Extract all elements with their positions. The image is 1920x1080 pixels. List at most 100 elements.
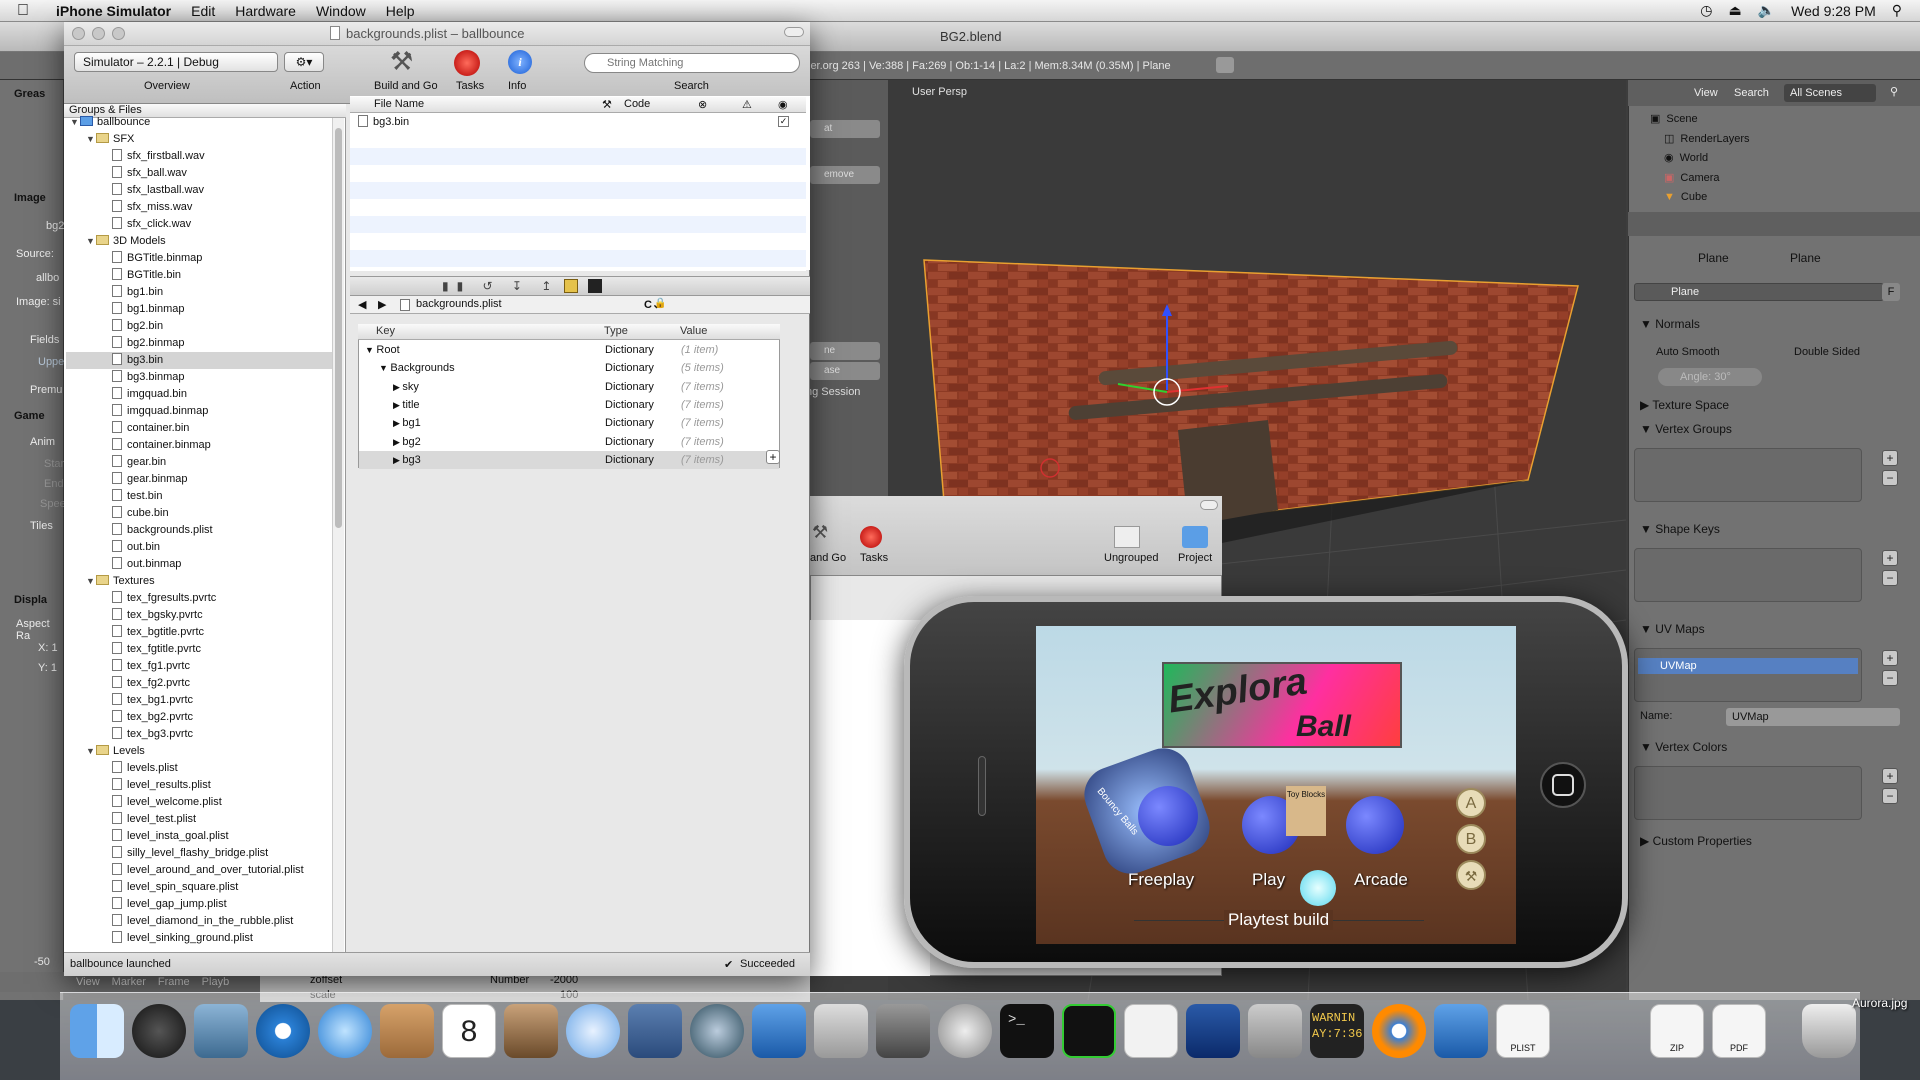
tree-item[interactable]: tex_fgtitle.pvrtc [66,641,332,658]
plist-type[interactable]: Dictionary [605,414,654,432]
arcade-ball[interactable] [1346,796,1404,854]
add-uv-map-button[interactable]: + [1882,650,1898,666]
tree-item[interactable]: bg3.bin [66,352,332,369]
build-go-button[interactable]: Build and Go [374,80,438,92]
tree-item[interactable]: ▼ Levels [66,743,332,760]
remove-shape-key-button[interactable]: − [1882,570,1898,586]
double-sided-checkbox[interactable]: Double Sided [1794,346,1860,358]
mid-button-4[interactable]: ase [810,362,880,380]
plist-type[interactable]: Dictionary [605,451,654,469]
timeline-marker-menu[interactable]: Marker [112,976,146,988]
remove-uv-map-button[interactable]: − [1882,670,1898,686]
menu-hardware[interactable]: Hardware [225,3,306,19]
lock-icon[interactable]: 🔒 [654,298,666,309]
tree-item[interactable]: level_insta_goal.plist [66,828,332,845]
play-label[interactable]: Play [1252,870,1285,890]
breadcrumb-mesh[interactable]: Plane [1790,251,1821,265]
wrench-icon[interactable]: ⚒ [1456,860,1486,890]
plist-row[interactable]: ▶ sky Dictionary (7 items) [359,378,779,396]
build-status[interactable]: Succeeded [740,958,795,970]
file-name-column[interactable]: File Name [374,98,424,110]
finder-icon[interactable] [70,1004,124,1058]
disclosure-triangle-icon[interactable]: ▼ [86,233,96,250]
tree-item[interactable]: tex_bg1.pvrtc [66,692,332,709]
custom-props-header[interactable]: ▶ Custom Properties [1640,834,1752,848]
ichat-icon[interactable] [318,1004,372,1058]
tree-item[interactable]: BGTitle.binmap [66,250,332,267]
uv-maps-list[interactable] [1634,648,1862,702]
plist-value[interactable]: (7 items) [681,433,724,451]
trash-icon[interactable] [1802,1004,1856,1058]
disclosure-triangle-icon[interactable]: ▶ [393,418,402,428]
tree-item[interactable]: backgrounds.plist [66,522,332,539]
menu-help[interactable]: Help [376,3,425,19]
tree-item[interactable]: level_welcome.plist [66,794,332,811]
console-icon[interactable] [588,279,602,293]
a-button[interactable]: A [1456,788,1486,818]
auto-smooth-checkbox[interactable]: Auto Smooth [1656,346,1720,358]
scenes-dropdown[interactable]: All Scenes [1784,84,1876,102]
tree-item[interactable]: level_diamond_in_the_rubble.plist [66,913,332,930]
mid-button-1[interactable]: at [810,120,880,138]
search-input[interactable] [584,53,800,73]
disclosure-triangle-icon[interactable]: ▼ [86,131,96,148]
plist-row[interactable]: ▼ Backgrounds Dictionary (5 items) [359,359,779,377]
remove-button[interactable]: emove [810,166,880,184]
info-button[interactable]: Info [508,80,526,92]
key-column[interactable]: Key [376,325,395,337]
outliner-row-world[interactable]: ◉ World [1664,151,1708,165]
system-preferences-icon[interactable] [938,1004,992,1058]
zoom-button[interactable] [112,27,125,40]
tree-item[interactable]: bg2.bin [66,318,332,335]
plist-document-icon[interactable]: PLIST [1496,1004,1550,1058]
build-go-icon[interactable]: ⚒ [390,46,413,77]
plist-value[interactable]: (5 items) [681,359,724,377]
disclosure-triangle-icon[interactable]: ▼ [70,114,80,131]
plist-value[interactable]: (7 items) [681,396,724,414]
tree-item[interactable]: ▼ SFX [66,131,332,148]
tree-item[interactable]: sfx_click.wav [66,216,332,233]
add-shape-key-button[interactable]: + [1882,550,1898,566]
instruments-icon[interactable] [1186,1004,1240,1058]
mail-icon[interactable] [194,1004,248,1058]
plist-key[interactable]: ▶ bg2 [393,433,421,451]
plist-type[interactable]: Dictionary [605,341,654,359]
spaces-icon[interactable] [628,1004,682,1058]
uv-name-field[interactable]: UVMap [1726,708,1900,726]
properties-tabs[interactable] [1628,212,1920,236]
tree-item[interactable]: sfx_miss.wav [66,199,332,216]
disclosure-triangle-icon[interactable]: ▼ [86,743,96,760]
add-vertex-group-button[interactable]: + [1882,450,1898,466]
tree-item[interactable]: imgquad.binmap [66,403,332,420]
plist-type[interactable]: Dictionary [605,433,654,451]
normals-header[interactable]: ▼ Normals [1640,317,1700,331]
texture-space-header[interactable]: ▶ Texture Space [1640,398,1729,412]
outliner-row-cube[interactable]: ▼ Cube [1664,191,1707,203]
tree-item[interactable]: level_spin_square.plist [66,879,332,896]
outliner-row-scene[interactable]: ▣ Scene [1650,112,1698,126]
forward-arrow-icon[interactable]: ▶ [378,298,386,311]
add-vertex-color-button[interactable]: + [1882,768,1898,784]
freeplay-ball[interactable] [1138,786,1198,846]
remove-vertex-group-button[interactable]: − [1882,470,1898,486]
plist-key[interactable]: ▶ sky [393,378,419,396]
toolbar-toggle-button[interactable] [784,27,804,37]
build-column-icon[interactable]: ⚒ [602,98,612,111]
disclosure-triangle-icon[interactable]: ▼ [379,363,390,373]
plist-row[interactable]: ▼ Root Dictionary (1 item) [359,341,779,359]
activity-monitor-icon[interactable] [1062,1004,1116,1058]
tree-item[interactable]: sfx_lastball.wav [66,182,332,199]
breadcrumb-object[interactable]: Plane [1698,251,1729,265]
toolbar-toggle-button[interactable] [1200,500,1218,510]
ungrouped-icon[interactable] [1114,526,1140,548]
ungrouped-label[interactable]: Ungrouped [1104,552,1158,564]
tree-item[interactable]: level_gap_jump.plist [66,896,332,913]
blender-icon[interactable] [1372,1004,1426,1058]
iphone-screen[interactable]: Explora Ball Bouncy Balls Toy Blocks Fre… [1036,626,1516,944]
menu-edit[interactable]: Edit [181,3,225,19]
angle-slider[interactable]: Angle: 30° [1658,368,1762,386]
preview-camera-icon[interactable] [876,1004,930,1058]
desktop-file-label[interactable]: Aurora.jpg [1852,996,1907,1010]
freeplay-label[interactable]: Freeplay [1128,870,1194,890]
code-column[interactable]: Code [624,98,650,110]
